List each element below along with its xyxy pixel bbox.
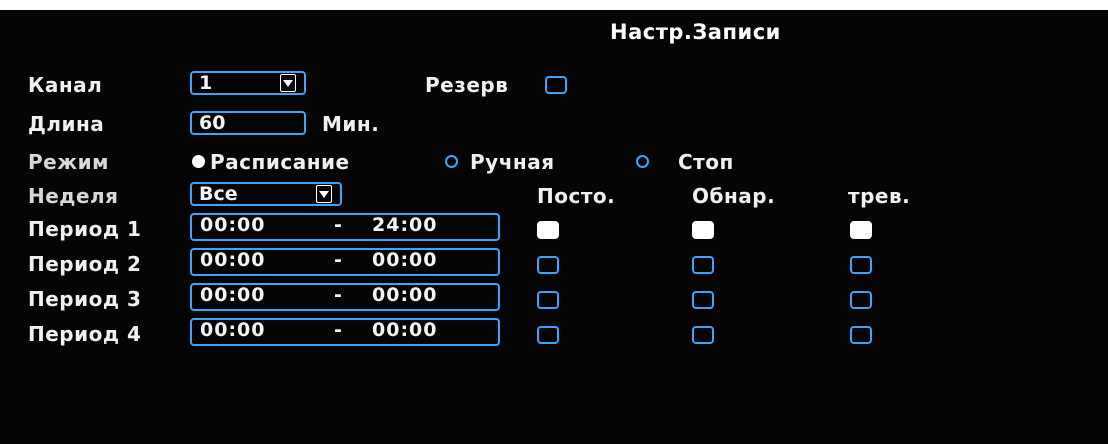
period-2-start[interactable]: 00:00 xyxy=(200,250,265,270)
period-1-start[interactable]: 00:00 xyxy=(200,215,265,235)
mode-radio-manual[interactable] xyxy=(445,155,458,168)
period-1-detection-checkbox[interactable] xyxy=(692,221,714,239)
period-4-start[interactable]: 00:00 xyxy=(200,320,265,340)
mode-label: Режим xyxy=(28,150,109,174)
period-label: Период 4 xyxy=(28,322,142,346)
period-4-detection-checkbox[interactable] xyxy=(692,326,714,344)
length-value: 60 xyxy=(199,112,226,134)
period-2-permanent-checkbox[interactable] xyxy=(537,256,559,274)
mode-option-manual[interactable]: Ручная xyxy=(470,150,555,174)
mode-radio-stop[interactable] xyxy=(636,155,649,168)
chevron-down-icon[interactable] xyxy=(280,74,296,92)
period-3-start[interactable]: 00:00 xyxy=(200,285,265,305)
column-header-detection: Обнар. xyxy=(692,184,776,208)
period-3-alarm-checkbox[interactable] xyxy=(850,291,872,309)
column-header-alarm: трев. xyxy=(848,184,911,208)
week-label: Неделя xyxy=(28,184,119,208)
period-4-separator: - xyxy=(334,319,343,341)
period-label: Период 1 xyxy=(28,217,142,241)
length-unit: Мин. xyxy=(322,112,380,136)
channel-select[interactable]: 1 xyxy=(190,71,306,95)
period-label: Период 2 xyxy=(28,252,142,276)
period-2-time-range[interactable]: 00:00 - 00:00 xyxy=(190,248,500,276)
period-2-detection-checkbox[interactable] xyxy=(692,256,714,274)
period-4-time-range[interactable]: 00:00 - 00:00 xyxy=(190,318,500,346)
mode-radio-schedule[interactable] xyxy=(192,155,205,168)
period-1-time-range[interactable]: 00:00 - 24:00 xyxy=(190,213,500,241)
period-3-separator: - xyxy=(334,284,343,306)
length-label: Длина xyxy=(28,112,105,136)
period-2-alarm-checkbox[interactable] xyxy=(850,256,872,274)
period-2-separator: - xyxy=(334,249,343,271)
period-1-alarm-checkbox[interactable] xyxy=(850,221,872,239)
length-input[interactable]: 60 xyxy=(190,111,306,135)
reserve-label: Резерв xyxy=(425,73,509,97)
period-4-permanent-checkbox[interactable] xyxy=(537,326,559,344)
week-value: Все xyxy=(199,183,238,205)
channel-label: Канал xyxy=(28,73,103,97)
period-3-time-range[interactable]: 00:00 - 00:00 xyxy=(190,283,500,311)
column-header-permanent: Посто. xyxy=(537,184,616,208)
period-2-end[interactable]: 00:00 xyxy=(372,250,437,270)
reserve-checkbox[interactable] xyxy=(545,76,567,94)
period-1-permanent-checkbox[interactable] xyxy=(537,221,559,239)
mode-option-stop[interactable]: Стоп xyxy=(678,150,734,174)
page-title: Настр.Записи xyxy=(610,20,781,44)
record-settings-screen: Настр.Записи Канал 1 Резерв Длина 60 Мин… xyxy=(0,10,1108,444)
period-3-permanent-checkbox[interactable] xyxy=(537,291,559,309)
week-select[interactable]: Все xyxy=(190,182,342,206)
period-label: Период 3 xyxy=(28,287,142,311)
period-1-separator: - xyxy=(334,214,343,236)
period-1-end[interactable]: 24:00 xyxy=(372,215,437,235)
period-3-end[interactable]: 00:00 xyxy=(372,285,437,305)
period-4-end[interactable]: 00:00 xyxy=(372,320,437,340)
period-3-detection-checkbox[interactable] xyxy=(692,291,714,309)
chevron-down-icon[interactable] xyxy=(316,185,332,203)
channel-value: 1 xyxy=(199,72,213,94)
period-4-alarm-checkbox[interactable] xyxy=(850,326,872,344)
mode-option-schedule[interactable]: Расписание xyxy=(210,150,350,174)
